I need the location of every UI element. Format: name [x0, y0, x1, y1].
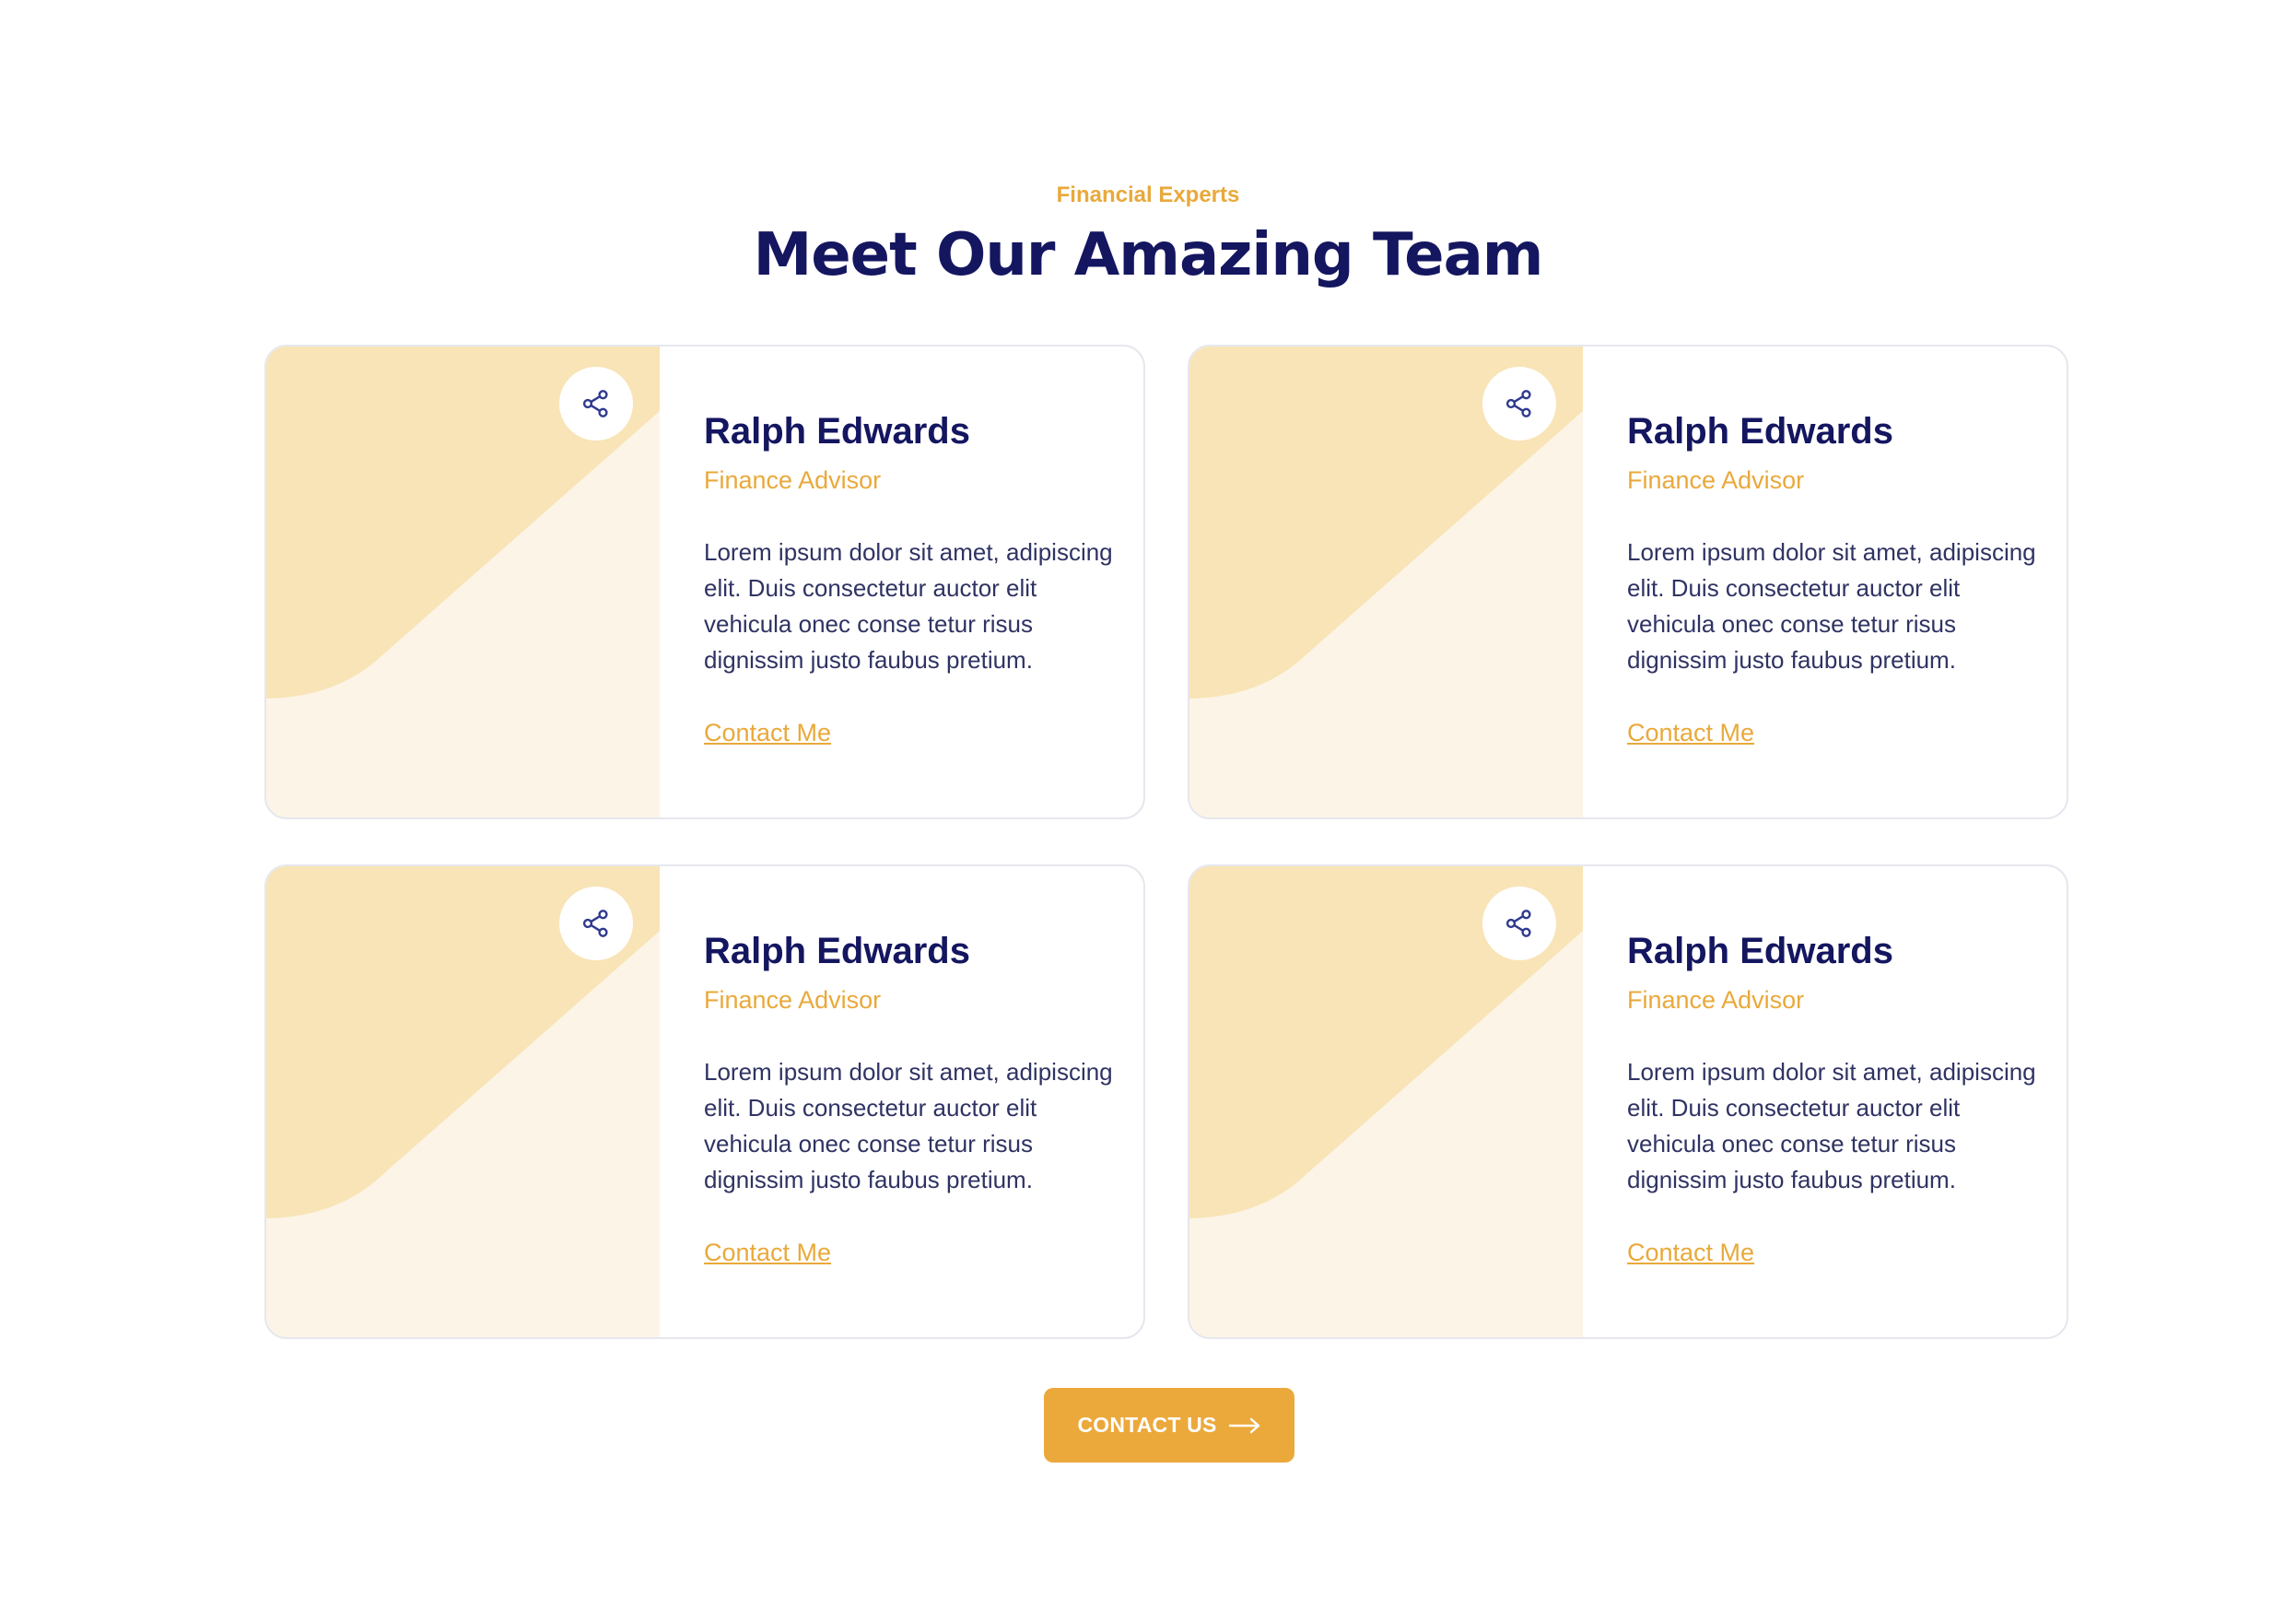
member-bio: Lorem ipsum dolor sit amet, adipiscing e…: [1627, 538, 2036, 674]
contact-us-label: CONTACT US: [1077, 1413, 1217, 1437]
member-bio: Lorem ipsum dolor sit amet, adipiscing e…: [704, 538, 1113, 674]
share-icon: [1505, 390, 1531, 417]
share-button[interactable]: [1482, 367, 1556, 441]
contact-me-link[interactable]: Contact Me: [1627, 1239, 1754, 1267]
member-bio: Lorem ipsum dolor sit amet, adipiscing e…: [1627, 1058, 2036, 1193]
member-name: Ralph Edwards: [704, 411, 970, 452]
share-icon: [582, 910, 608, 937]
share-button[interactable]: [559, 887, 633, 960]
team-card: Ralph Edwards Finance Advisor Lorem ipsu…: [1188, 864, 2068, 1339]
member-photo: [266, 347, 660, 817]
team-card: Ralph Edwards Finance Advisor Lorem ipsu…: [264, 345, 1145, 819]
member-name: Ralph Edwards: [704, 931, 970, 971]
member-role: Finance Advisor: [1627, 986, 1805, 1014]
member-name: Ralph Edwards: [1627, 411, 1893, 452]
team-card: Ralph Edwards Finance Advisor Lorem ipsu…: [264, 864, 1145, 1339]
share-icon: [1505, 910, 1531, 937]
member-photo: [1189, 347, 1583, 817]
team-grid: Ralph Edwards Finance Advisor Lorem ipsu…: [264, 345, 2068, 1339]
contact-me-link[interactable]: Contact Me: [704, 1239, 831, 1267]
member-role: Finance Advisor: [704, 466, 882, 494]
member-photo: [266, 866, 660, 1337]
contact-us-button[interactable]: CONTACT US: [1044, 1388, 1294, 1463]
team-card: Ralph Edwards Finance Advisor Lorem ipsu…: [1188, 345, 2068, 819]
member-role: Finance Advisor: [1627, 466, 1805, 494]
section-title: Meet Our Amazing Team: [753, 221, 1544, 289]
arrow-right-icon: [1228, 1417, 1259, 1433]
section-eyebrow: Financial Experts: [1056, 182, 1240, 207]
team-section: Financial Experts Meet Our Amazing Team: [0, 0, 2296, 1598]
member-role: Finance Advisor: [704, 986, 882, 1014]
share-icon: [582, 390, 608, 417]
share-button[interactable]: [559, 367, 633, 441]
share-button[interactable]: [1482, 887, 1556, 960]
member-photo: [1189, 866, 1583, 1337]
contact-me-link[interactable]: Contact Me: [704, 719, 831, 747]
member-bio: Lorem ipsum dolor sit amet, adipiscing e…: [704, 1058, 1113, 1193]
member-name: Ralph Edwards: [1627, 931, 1893, 971]
contact-me-link[interactable]: Contact Me: [1627, 719, 1754, 747]
